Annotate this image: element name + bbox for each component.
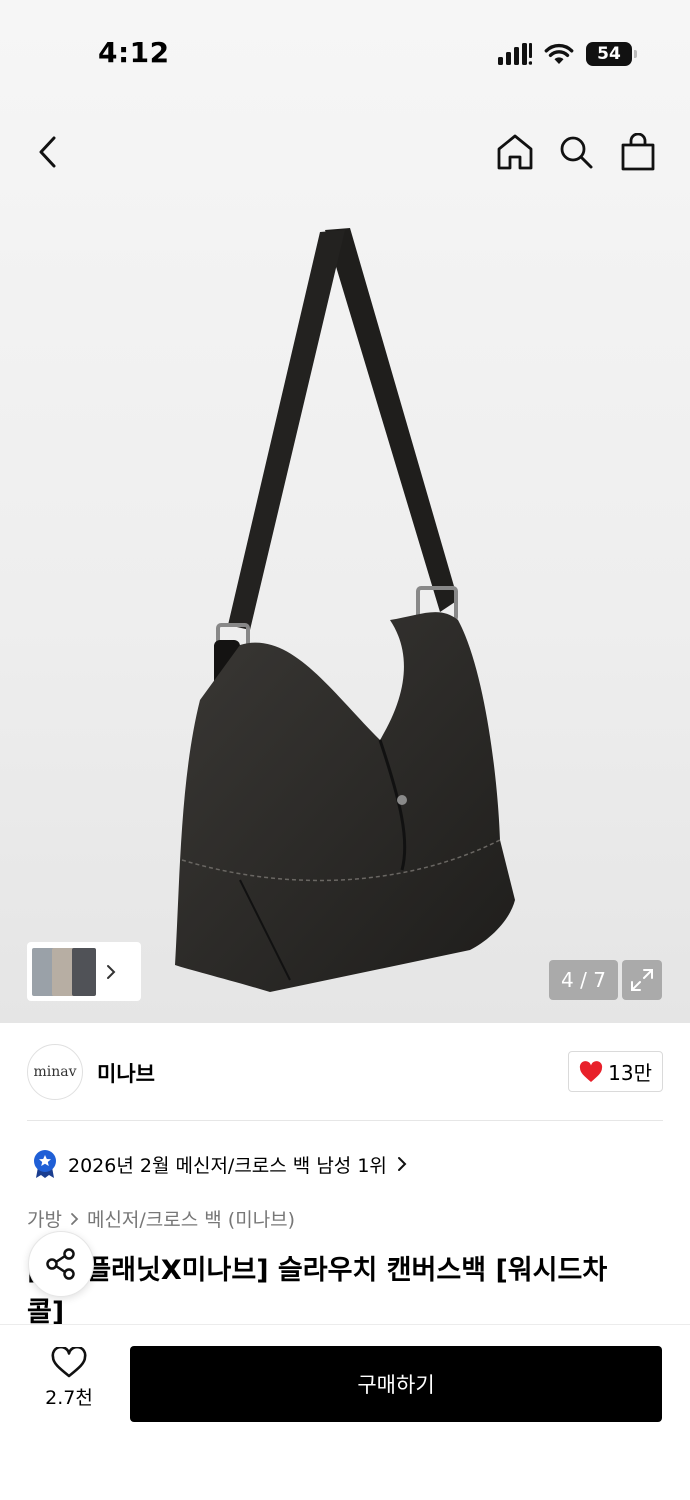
brand-logo[interactable]: minav [27, 1044, 83, 1100]
chevron-right-icon [107, 964, 116, 979]
heart-outline-icon [51, 1347, 87, 1378]
ranking-badge-icon [34, 1150, 56, 1178]
wishlist-button[interactable]: 2.7천 [38, 1347, 100, 1410]
top-nav [0, 120, 690, 184]
divider [27, 1120, 663, 1121]
brand-name[interactable]: 미나브 [97, 1058, 155, 1088]
status-bar: 4:12 54 [0, 0, 690, 100]
status-icons: 54 [498, 42, 637, 66]
wishlist-count: 2.7천 [45, 1387, 93, 1409]
product-title: [ 플래닛X미나브] 슬라우치 캔버스백 [워시드차 콜] [27, 1250, 663, 1334]
breadcrumb-category[interactable]: 가방 [27, 1205, 62, 1232]
brand-row[interactable]: minav 미나브 13만 [27, 1043, 663, 1101]
back-button[interactable] [26, 130, 70, 174]
thumbnail-strip[interactable] [27, 942, 141, 1001]
product-image [175, 228, 515, 992]
thumbnail-image[interactable] [72, 947, 96, 996]
image-page-counter: 4 / 7 [549, 960, 618, 1000]
chevron-right-icon [71, 1212, 79, 1225]
cart-button[interactable] [616, 130, 660, 174]
brand-like-button[interactable]: 13만 [568, 1051, 663, 1092]
expand-button[interactable] [622, 960, 662, 1000]
breadcrumb: 가방 메신저/크로스 백 (미나브) [27, 1205, 295, 1232]
search-button[interactable] [554, 130, 598, 174]
shopping-bag-icon [621, 133, 655, 171]
brand-like-count: 13만 [608, 1061, 652, 1085]
buy-button[interactable]: 구매하기 [130, 1346, 662, 1422]
bottom-action-bar: 2.7천 구매하기 [0, 1324, 690, 1500]
status-time: 4:12 [98, 36, 170, 69]
expand-icon [631, 969, 653, 991]
search-icon [560, 136, 593, 169]
ranking-text: 2026년 2월 메신저/크로스 백 남성 1위 [68, 1154, 387, 1177]
share-button[interactable] [28, 1231, 94, 1297]
share-icon [46, 1248, 75, 1280]
product-gallery[interactable]: 4:12 54 4 / 7 [0, 0, 690, 1023]
chevron-left-icon [39, 136, 56, 168]
product-title-line: [ 플래닛X미나브] 슬라우치 캔버스백 [워시드차 [27, 1255, 608, 1286]
chevron-right-icon [397, 1157, 407, 1171]
home-icon [497, 134, 533, 170]
battery-indicator: 54 [586, 42, 637, 66]
home-button[interactable] [493, 130, 537, 174]
ranking-link[interactable]: 2026년 2월 메신저/크로스 백 남성 1위 [32, 1149, 407, 1179]
signal-icon [498, 43, 532, 65]
wifi-icon [544, 43, 574, 64]
breadcrumb-subcategory[interactable]: 메신저/크로스 백 (미나브) [87, 1205, 295, 1232]
heart-filled-icon [580, 1060, 603, 1082]
